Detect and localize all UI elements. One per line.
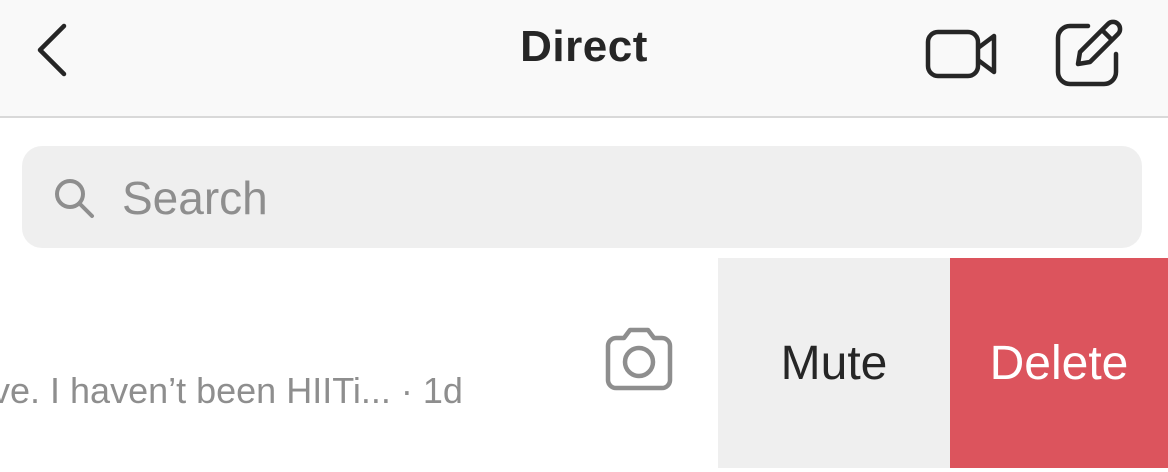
video-camera-icon xyxy=(925,29,997,79)
new-message-icon xyxy=(1055,19,1123,87)
delete-button[interactable]: Delete xyxy=(950,258,1168,468)
search-icon xyxy=(55,179,94,218)
new-message-button[interactable] xyxy=(1052,18,1124,90)
video-call-button[interactable] xyxy=(922,22,1002,86)
camera-button[interactable] xyxy=(602,326,676,394)
message-preview: ve. I haven’t been HIITi... · 1d xyxy=(0,370,463,411)
search-input[interactable] xyxy=(120,168,1104,228)
search-bar[interactable] xyxy=(22,146,1142,248)
camera-icon xyxy=(605,327,673,391)
message-thread-row[interactable]: ve. I haven’t been HIITi... · 1d Mute De… xyxy=(0,258,1168,468)
header-bar: Direct xyxy=(0,0,1168,118)
mute-button[interactable]: Mute xyxy=(718,258,950,468)
